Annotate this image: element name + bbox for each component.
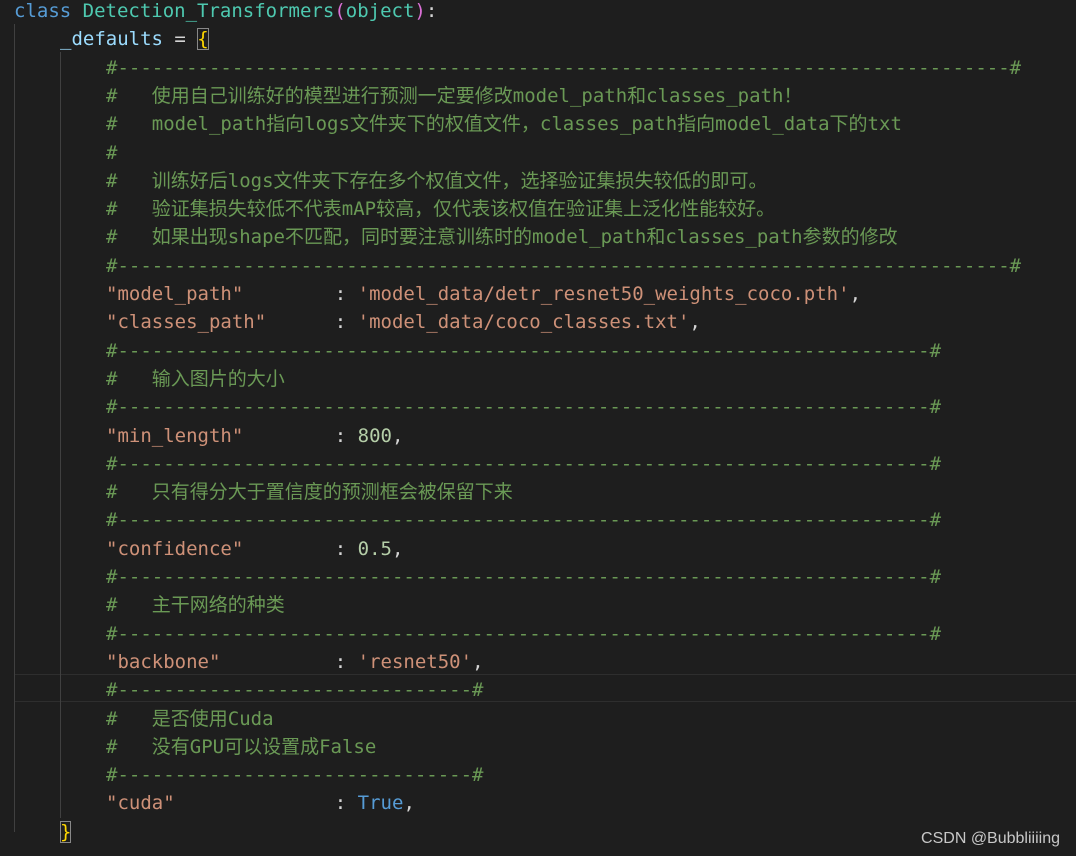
token-comment: # 验证集损失较低不代表mAP较高，仅代表该权值在验证集上泛化性能较好。	[106, 198, 776, 221]
code-line[interactable]: # 使用自己训练好的模型进行预测一定要修改model_path和classes_…	[0, 82, 1076, 110]
token-comment: # 是否使用Cuda	[106, 707, 274, 730]
code-line[interactable]: # 如果出现shape不匹配，同时要注意训练时的model_path和class…	[0, 223, 1076, 251]
token-comment: #-------------------------------#	[106, 764, 484, 787]
token-punctuation: ,	[392, 424, 404, 447]
token-comment: #	[106, 141, 118, 164]
token-comment: # 使用自己训练好的模型进行预测一定要修改model_path和classes_…	[106, 84, 803, 107]
token-string: "classes_path"	[106, 311, 267, 334]
code-line[interactable]: "model_path" : 'model_data/detr_resnet50…	[0, 280, 1076, 308]
code-line[interactable]: #---------------------------------------…	[0, 563, 1076, 591]
token-comment: #---------------------------------------…	[106, 566, 942, 588]
token-comment: # model_path指向logs文件夹下的权值文件，classes_path…	[106, 113, 902, 136]
code-line[interactable]: #---------------------------------------…	[0, 450, 1076, 478]
token-comment: #---------------------------------------…	[106, 396, 942, 419]
token-keyword: class	[14, 0, 72, 22]
code-line[interactable]: }	[0, 818, 1076, 846]
token-brace: {	[197, 28, 209, 51]
token-punctuation: :	[220, 650, 358, 673]
code-line[interactable]: #---------------------------------------…	[0, 393, 1076, 421]
code-line[interactable]: "cuda" : True,	[0, 789, 1076, 817]
token-paren: )	[414, 0, 426, 22]
code-line[interactable]: #-------------------------------#	[0, 676, 1076, 704]
token-boolean: True	[357, 792, 404, 815]
watermark: CSDN @Bubbliiiing	[921, 830, 1060, 847]
token-variable: _defaults	[60, 28, 163, 51]
token-comment: # 主干网络的种类	[106, 594, 285, 617]
code-line[interactable]: # 是否使用Cuda	[0, 705, 1076, 733]
code-line[interactable]: _defaults = {	[0, 25, 1076, 53]
token-comment: # 训练好后logs文件夹下存在多个权值文件，选择验证集损失较低的即可。	[106, 169, 768, 192]
code-line[interactable]: #---------------------------------------…	[0, 54, 1076, 82]
token-string: "min_length"	[106, 424, 244, 447]
token-string: 'resnet50'	[357, 650, 473, 673]
code-line[interactable]: class Detection_Transformers(object):	[0, 0, 1076, 25]
token-punctuation: :	[243, 424, 358, 447]
token-punctuation	[71, 0, 82, 22]
code-line[interactable]: # 没有GPU可以设置成False	[0, 733, 1076, 761]
code-line[interactable]: #-------------------------------#	[0, 761, 1076, 789]
token-punctuation: ,	[472, 650, 484, 673]
code-line[interactable]: "min_length" : 800,	[0, 422, 1076, 450]
code-line[interactable]: # 只有得分大于置信度的预测框会被保留下来	[0, 478, 1076, 506]
token-comment: # 没有GPU可以设置成False	[106, 735, 377, 758]
token-number: 0.5	[357, 537, 392, 560]
code-line[interactable]: #---------------------------------------…	[0, 620, 1076, 648]
code-line[interactable]: "classes_path" : 'model_data/coco_classe…	[0, 308, 1076, 336]
token-string: "backbone"	[106, 650, 221, 673]
token-class-name: object	[345, 0, 415, 22]
token-punctuation: :	[174, 792, 358, 815]
token-punctuation: :	[243, 283, 358, 305]
token-punctuation: :	[266, 311, 358, 334]
token-brace: }	[60, 820, 72, 843]
token-punctuation: =	[162, 28, 198, 51]
code-line[interactable]: #---------------------------------------…	[0, 337, 1076, 365]
code-line[interactable]: "confidence" : 0.5,	[0, 535, 1076, 563]
code-line[interactable]: #---------------------------------------…	[0, 506, 1076, 534]
code-line[interactable]: "backbone" : 'resnet50',	[0, 648, 1076, 676]
token-comment: # 只有得分大于置信度的预测框会被保留下来	[106, 481, 513, 504]
token-comment: # 输入图片的大小	[106, 367, 285, 390]
token-comment: #---------------------------------------…	[106, 622, 942, 645]
token-string: 'model_data/detr_resnet50_weights_coco.p…	[357, 283, 850, 305]
code-editor[interactable]: class Detection_Transformers(object): _de…	[0, 0, 1076, 856]
code-line[interactable]: # 输入图片的大小	[0, 365, 1076, 393]
token-number: 800	[357, 424, 392, 447]
token-punctuation: ,	[849, 283, 862, 305]
token-comment: #-------------------------------#	[106, 679, 484, 702]
token-comment: #---------------------------------------…	[106, 509, 942, 532]
token-string: "model_path"	[106, 283, 244, 305]
token-punctuation: :	[243, 537, 358, 560]
code-line[interactable]: # model_path指向logs文件夹下的权值文件，classes_path…	[0, 110, 1076, 138]
code-line[interactable]: # 主干网络的种类	[0, 591, 1076, 619]
token-string: "confidence"	[106, 537, 244, 560]
token-comment: #---------------------------------------…	[106, 339, 942, 362]
token-punctuation: ,	[689, 311, 701, 334]
token-punctuation: ,	[392, 537, 404, 560]
token-punctuation: ,	[403, 792, 415, 815]
token-comment: #---------------------------------------…	[106, 254, 1022, 277]
code-line[interactable]: #---------------------------------------…	[0, 252, 1076, 280]
token-punctuation: :	[425, 0, 438, 22]
code-line[interactable]: # 训练好后logs文件夹下存在多个权值文件，选择验证集损失较低的即可。	[0, 167, 1076, 195]
code-line[interactable]: # 验证集损失较低不代表mAP较高，仅代表该权值在验证集上泛化性能较好。	[0, 195, 1076, 223]
token-string: "cuda"	[106, 792, 175, 815]
code-line[interactable]: #	[0, 139, 1076, 167]
token-string: 'model_data/coco_classes.txt'	[357, 311, 690, 334]
token-class-name: Detection_Transformers	[82, 0, 335, 22]
token-comment: #---------------------------------------…	[106, 452, 942, 475]
token-comment: # 如果出现shape不匹配，同时要注意训练时的model_path和class…	[106, 226, 898, 249]
token-paren: (	[334, 0, 346, 22]
token-comment: #---------------------------------------…	[106, 56, 1022, 79]
